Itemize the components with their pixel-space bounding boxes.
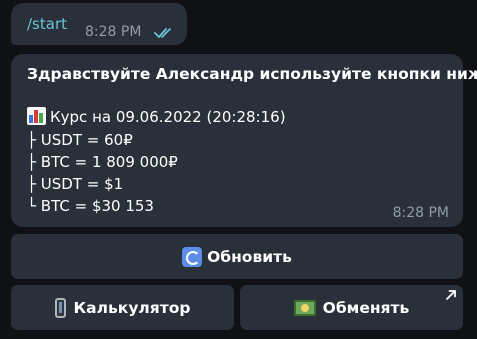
rate-line: ├ USDT = 60₽	[27, 131, 133, 149]
message-time: 8:28 PM	[392, 205, 449, 221]
rate-header: Курс на 09.06.2022 (20:28:16)	[27, 107, 286, 126]
greeting-text: Здравствуйте Александр используйте кнопк…	[27, 65, 477, 83]
exchange-button[interactable]: Обменять	[240, 285, 463, 330]
calculator-button[interactable]: Калькулятор	[11, 285, 234, 330]
mobile-phone-icon	[54, 297, 66, 318]
rate-line: ├ USDT = $1	[27, 175, 124, 193]
link-arrow-icon	[446, 290, 456, 300]
double-check-icon	[154, 28, 171, 38]
rate-line: ├ BTC = 1 809 000₽	[27, 153, 178, 171]
message-text: /start	[27, 15, 67, 33]
exchange-button-label: Обменять	[322, 298, 410, 317]
refresh-button[interactable]: Обновить	[11, 234, 463, 279]
outgoing-message-bubble: /start 8:28 PM	[11, 3, 187, 45]
incoming-message-bubble: Здравствуйте Александр используйте кнопк…	[11, 54, 477, 227]
rate-header-text: Курс на 09.06.2022 (20:28:16)	[50, 108, 286, 126]
message-time: 8:28 PM	[85, 24, 142, 40]
money-bill-icon	[293, 299, 316, 316]
calculator-button-label: Калькулятор	[73, 298, 191, 317]
refresh-button-label: Обновить	[207, 247, 292, 266]
rate-line: └ BTC = $30 153	[27, 197, 154, 215]
refresh-icon	[182, 246, 203, 267]
bar-chart-icon	[27, 107, 46, 125]
